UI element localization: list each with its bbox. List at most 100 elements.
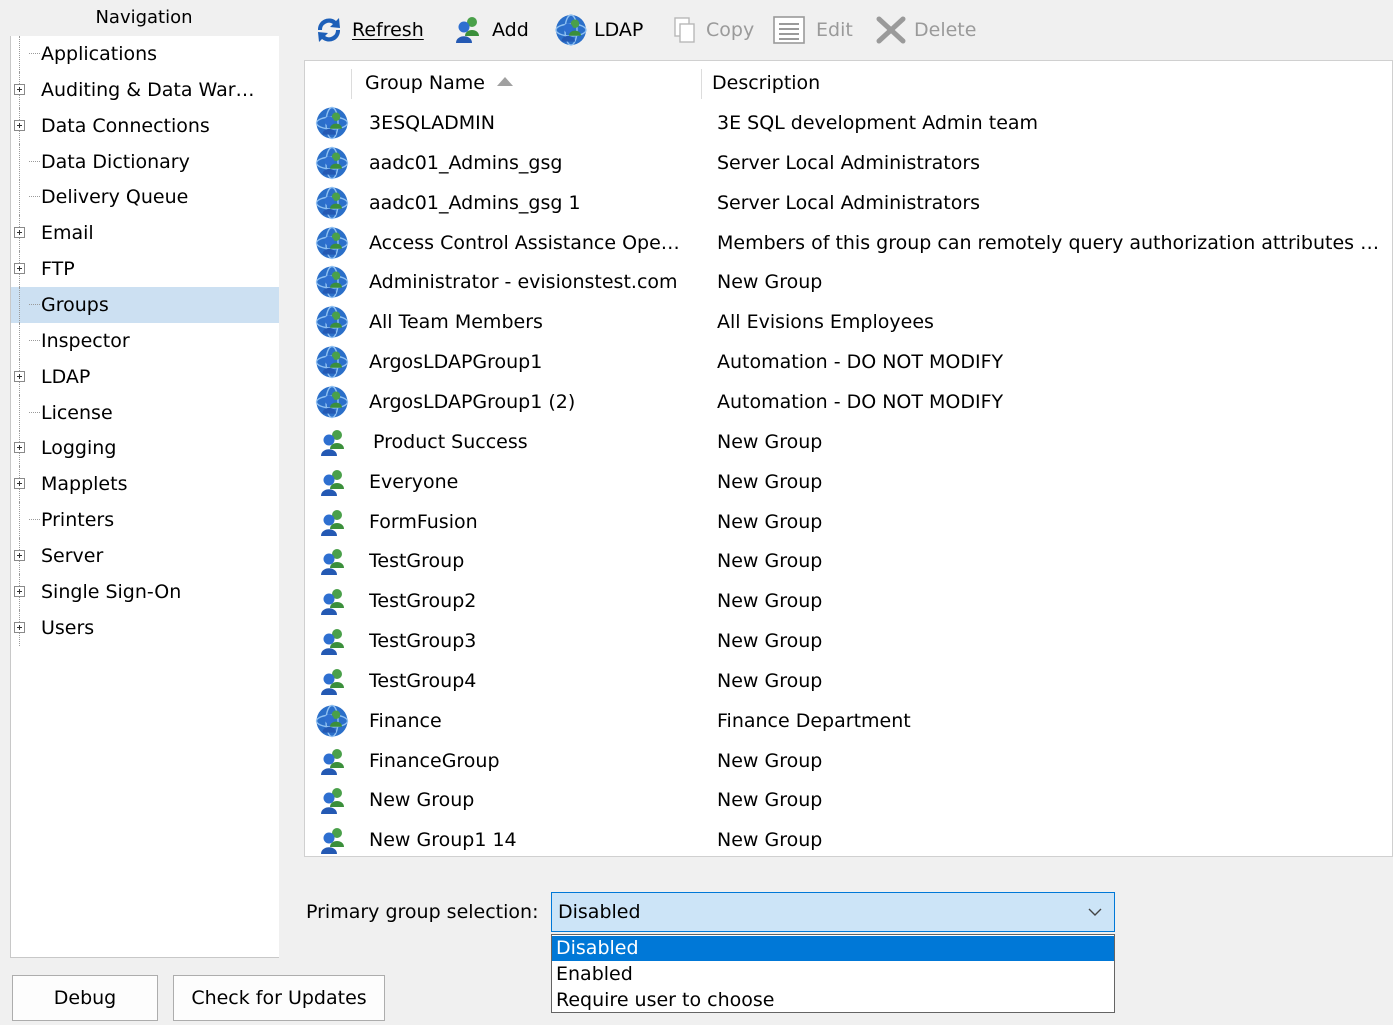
- table-row[interactable]: New Group New Group: [305, 780, 1392, 820]
- table-row[interactable]: ArgosLDAPGroup1 (2) Automation - DO NOT M…: [305, 382, 1392, 422]
- expand-plus-icon[interactable]: [14, 585, 25, 597]
- table-row[interactable]: TestGroup2 New Group: [305, 581, 1392, 621]
- expand-plus-icon[interactable]: [14, 83, 25, 95]
- table-row[interactable]: TestGroup New Group: [305, 541, 1392, 581]
- nav-item-inspector[interactable]: Inspector: [11, 322, 279, 359]
- nav-item-delivery-queue[interactable]: Delivery Queue: [11, 179, 279, 216]
- expand-plus-icon[interactable]: [14, 549, 25, 561]
- nav-item-auditing-data-war[interactable]: Auditing & Data War…: [11, 71, 279, 108]
- expand-plus-icon[interactable]: [14, 119, 25, 131]
- group-name-cell: aadc01_Admins_gsg: [369, 151, 563, 174]
- expand-plus-icon[interactable]: [14, 370, 25, 382]
- description-cell: New Group: [717, 470, 823, 493]
- expand-plus-icon[interactable]: [14, 621, 25, 633]
- dropdown-option-enabled[interactable]: Enabled: [552, 962, 1114, 987]
- table-row[interactable]: TestGroup3 New Group: [305, 621, 1392, 661]
- copy-icon: [674, 17, 695, 43]
- table-row[interactable]: FinanceGroup New Group: [305, 741, 1392, 781]
- expand-plus-icon[interactable]: [14, 442, 25, 454]
- table-row[interactable]: Everyone New Group: [305, 462, 1392, 502]
- tree-line: [19, 394, 20, 431]
- description-cell: New Group: [717, 829, 823, 852]
- nav-item-ldap[interactable]: LDAP: [11, 358, 279, 395]
- nav-item-label: Mapplets: [41, 473, 128, 496]
- nav-item-label: Data Connections: [41, 114, 210, 137]
- expand-plus-icon[interactable]: [14, 263, 25, 275]
- description-cell: New Group: [717, 630, 823, 653]
- description-cell: New Group: [717, 550, 823, 573]
- debug-button[interactable]: Debug: [12, 975, 158, 1021]
- nav-item-ftp[interactable]: FTP: [11, 251, 279, 288]
- nav-item-data-connections[interactable]: Data Connections: [11, 107, 279, 144]
- group-name-cell: TestGroup3: [369, 630, 477, 653]
- nav-item-label: Users: [41, 616, 95, 639]
- nav-item-server[interactable]: Server: [11, 537, 279, 574]
- nav-item-label: Auditing & Data War…: [41, 78, 255, 101]
- grid-header: Group Name Description: [305, 61, 1392, 105]
- primary-group-value: Disabled: [558, 901, 641, 923]
- table-row[interactable]: aadc01_Admins_gsg Server Local Administra…: [305, 143, 1392, 183]
- nav-item-printers[interactable]: Printers: [11, 502, 279, 539]
- table-row[interactable]: ArgosLDAPGroup1 Automation - DO NOT MODIF…: [305, 342, 1392, 382]
- group-icon: [321, 629, 344, 656]
- column-separator[interactable]: [701, 69, 702, 99]
- nav-item-email[interactable]: Email: [11, 215, 279, 252]
- column-header-description[interactable]: Description: [712, 61, 1382, 105]
- tree-line: [19, 36, 20, 72]
- navigation-tree[interactable]: Applications Auditing & Data War… Data Con…: [10, 36, 279, 958]
- description-cell: New Group: [717, 749, 823, 772]
- dropdown-option-require-user-to-choose[interactable]: Require user to choose: [552, 988, 1114, 1013]
- tree-line: [29, 303, 40, 305]
- table-row[interactable]: Product Success New Group: [305, 422, 1392, 462]
- nav-item-label: Printers: [41, 509, 115, 532]
- table-row[interactable]: All Team Members All Evisions Employees: [305, 302, 1392, 342]
- nav-item-single-sign-on[interactable]: Single Sign-On: [11, 573, 279, 610]
- table-row[interactable]: Finance Finance Department: [305, 701, 1392, 741]
- ldap-group-icon: [315, 226, 349, 259]
- groups-grid[interactable]: Group Name Description 3ESQLADMIN 3E SQL …: [304, 60, 1393, 857]
- tree-line: [29, 160, 40, 162]
- ldap-group-icon: [315, 704, 349, 737]
- group-name-cell: aadc01_Admins_gsg 1: [369, 191, 581, 214]
- table-row[interactable]: Access Control Assistance Ope… Members of…: [305, 223, 1392, 263]
- delete-label: Delete: [914, 19, 977, 41]
- table-row[interactable]: Administrator - evisionstest.com New Grou…: [305, 262, 1392, 302]
- expand-plus-icon[interactable]: [14, 478, 25, 490]
- nav-item-label: Server: [41, 544, 104, 567]
- nav-item-users[interactable]: Users: [11, 609, 279, 646]
- add-label: Add: [492, 19, 529, 41]
- group-name-cell: FormFusion: [369, 510, 478, 533]
- nav-item-data-dictionary[interactable]: Data Dictionary: [11, 143, 279, 180]
- group-name-cell: Administrator - evisionstest.com: [369, 271, 678, 294]
- table-row[interactable]: TestGroup4 New Group: [305, 661, 1392, 701]
- group-name-cell: ArgosLDAPGroup1: [369, 351, 543, 374]
- nav-item-label: Logging: [41, 437, 117, 460]
- nav-item-license[interactable]: License: [11, 394, 279, 431]
- tree-line: [19, 322, 20, 359]
- dropdown-option-disabled[interactable]: Disabled: [552, 936, 1114, 961]
- nav-item-mapplets[interactable]: Mapplets: [11, 466, 279, 503]
- nav-item-logging[interactable]: Logging: [11, 430, 279, 467]
- check-for-updates-button[interactable]: Check for Updates: [173, 975, 385, 1021]
- ldap-group-icon: [315, 306, 349, 339]
- description-cell: All Evisions Employees: [717, 311, 934, 334]
- expand-plus-icon[interactable]: [14, 227, 25, 239]
- column-header-group-name[interactable]: Group Name: [365, 61, 701, 105]
- description-cell: 3E SQL development Admin team: [717, 112, 1039, 134]
- nav-item-applications[interactable]: Applications: [11, 36, 279, 72]
- table-row[interactable]: New Group1 14 New Group: [305, 820, 1392, 860]
- group-name-cell: Everyone: [369, 470, 459, 493]
- primary-group-select[interactable]: Disabled: [551, 892, 1115, 932]
- tree-line: [29, 53, 40, 54]
- table-row[interactable]: FormFusion New Group: [305, 502, 1392, 542]
- ldap-group-icon: [315, 266, 349, 299]
- table-row[interactable]: aadc01_Admins_gsg 1 Server Local Administ…: [305, 183, 1392, 223]
- nav-item-groups[interactable]: Groups: [11, 286, 279, 323]
- chevron-down-icon: [1088, 908, 1102, 916]
- description-cell: New Group: [717, 789, 823, 812]
- tree-line: [29, 411, 40, 413]
- edit-label: Edit: [816, 19, 853, 41]
- table-row[interactable]: 3ESQLADMIN 3E SQL development Admin team: [305, 103, 1392, 143]
- tree-line: [29, 339, 40, 341]
- description-cell: Server Local Administrators: [717, 191, 981, 214]
